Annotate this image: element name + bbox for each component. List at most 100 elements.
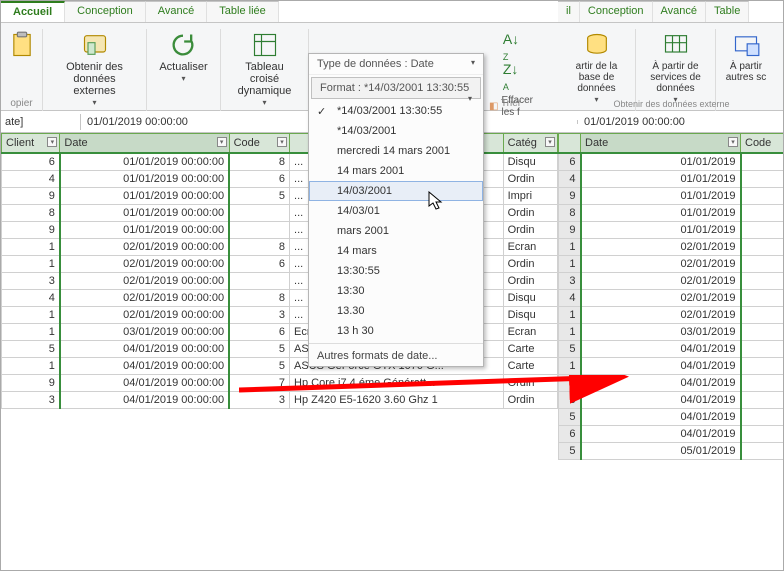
cell[interactable]: 04/01/2019 00:00:00 — [60, 358, 229, 375]
from-other-button[interactable]: À partir autres sc — [720, 29, 772, 85]
cell[interactable]: Ordin — [503, 375, 557, 392]
cell[interactable] — [741, 153, 784, 171]
table-row[interactable]: 904/01/2019 00:00:007Hp Core i7 4 éme Gé… — [2, 375, 558, 392]
filter-icon[interactable]: ▾ — [277, 137, 287, 147]
cell[interactable]: 6 — [229, 256, 289, 273]
formula-value-right[interactable]: 01/01/2019 00:00:00 — [578, 114, 784, 130]
table-row[interactable]: 304/01/2019 00:00:003Hp Z420 E5-1620 3.6… — [2, 392, 558, 409]
cell[interactable]: 02/01/2019 00:00:00 — [60, 307, 229, 324]
cell[interactable]: 1 — [559, 239, 581, 256]
column-header[interactable]: Code — [741, 134, 784, 154]
cell[interactable]: 01/01/2019 00:00:00 — [60, 153, 229, 171]
cell[interactable]: 5 — [2, 341, 60, 358]
cell[interactable]: 02/01/2019 — [581, 307, 741, 324]
cell[interactable] — [741, 409, 784, 426]
cell[interactable] — [741, 426, 784, 443]
table-row[interactable]: 302/01/2019 — [559, 273, 784, 290]
column-header[interactable] — [559, 134, 581, 154]
cell[interactable]: 5 — [559, 341, 581, 358]
cell[interactable]: 02/01/2019 — [581, 239, 741, 256]
format-option[interactable]: ✓*14/03/2001 13:30:55 — [309, 101, 483, 121]
table-row[interactable]: 102/01/2019 — [559, 256, 784, 273]
format-option[interactable]: 14/03/2001 — [309, 181, 483, 201]
cell[interactable]: Ordin — [503, 392, 557, 409]
cell[interactable]: Disqu — [503, 153, 557, 171]
cell[interactable]: 1 — [559, 358, 581, 375]
cell[interactable]: 3 — [2, 273, 60, 290]
cell[interactable]: 9 — [559, 375, 581, 392]
cell[interactable]: 5 — [229, 188, 289, 205]
cell[interactable]: 3 — [559, 273, 581, 290]
cell[interactable]: 02/01/2019 00:00:00 — [60, 273, 229, 290]
cell[interactable]: 3 — [2, 392, 60, 409]
cell[interactable]: 1 — [559, 256, 581, 273]
cell[interactable]: Disqu — [503, 290, 557, 307]
cell[interactable]: 04/01/2019 00:00:00 — [60, 392, 229, 409]
sort-az-button[interactable]: A↓Z — [503, 31, 519, 63]
cell[interactable]: 6 — [229, 171, 289, 188]
format-option[interactable]: 13:30 — [309, 281, 483, 301]
cell[interactable]: Hp Z420 E5-1620 3.60 Ghz 1 — [290, 392, 504, 409]
cell[interactable]: 6 — [2, 153, 60, 171]
cell[interactable]: 4 — [559, 171, 581, 188]
cell[interactable]: 04/01/2019 — [581, 426, 741, 443]
cell[interactable]: 05/01/2019 — [581, 443, 741, 460]
cell[interactable]: 9 — [2, 222, 60, 239]
cell[interactable]: 01/01/2019 — [581, 188, 741, 205]
cell[interactable]: 5 — [559, 443, 581, 460]
cell[interactable]: 04/01/2019 — [581, 392, 741, 409]
cell[interactable]: 04/01/2019 — [581, 341, 741, 358]
cell[interactable]: 8 — [229, 239, 289, 256]
cell[interactable]: Ordin — [503, 256, 557, 273]
table-row[interactable]: 601/01/2019 — [559, 153, 784, 171]
table-row[interactable]: 904/01/2019 — [559, 375, 784, 392]
cell[interactable]: 01/01/2019 00:00:00 — [60, 222, 229, 239]
cell[interactable]: 5 — [559, 409, 581, 426]
cell[interactable] — [741, 324, 784, 341]
cell[interactable]: 01/01/2019 — [581, 222, 741, 239]
cell[interactable]: 03/01/2019 — [581, 324, 741, 341]
table-row[interactable]: 504/01/2019 — [559, 409, 784, 426]
cell[interactable]: 01/01/2019 00:00:00 — [60, 205, 229, 222]
format-option[interactable]: 14/03/01 — [309, 201, 483, 221]
table-row[interactable]: 102/01/2019 — [559, 239, 784, 256]
cell[interactable]: 9 — [559, 188, 581, 205]
sort-za-button[interactable]: Z↓A — [503, 61, 519, 93]
cell[interactable]: 04/01/2019 — [581, 409, 741, 426]
cell[interactable] — [741, 273, 784, 290]
cell[interactable]: 8 — [559, 205, 581, 222]
cell[interactable]: 4 — [559, 290, 581, 307]
format-option[interactable]: 13 h 30 — [309, 321, 483, 341]
table-row[interactable]: 801/01/2019 — [559, 205, 784, 222]
grid-right[interactable]: Date▾Code 601/01/2019401/01/2019901/01/2… — [558, 133, 784, 460]
cell[interactable]: 02/01/2019 — [581, 256, 741, 273]
name-box[interactable]: ate] — [1, 114, 81, 130]
filter-icon[interactable]: ▾ — [728, 137, 738, 147]
cell[interactable]: 03/01/2019 00:00:00 — [60, 324, 229, 341]
cell[interactable]: 04/01/2019 00:00:00 — [60, 341, 229, 358]
cell[interactable]: 1 — [2, 358, 60, 375]
cell[interactable]: 02/01/2019 00:00:00 — [60, 239, 229, 256]
from-services-button[interactable]: À partir de services de données▾ — [640, 29, 711, 107]
cell[interactable]: 02/01/2019 00:00:00 — [60, 256, 229, 273]
cell[interactable]: 1 — [2, 239, 60, 256]
cell[interactable]: 1 — [559, 307, 581, 324]
cell[interactable]: Carte — [503, 341, 557, 358]
column-header[interactable]: Client▾ — [2, 134, 60, 154]
cell[interactable]: Ordin — [503, 171, 557, 188]
tab-table-liee[interactable]: Table liée — [207, 1, 278, 22]
cell[interactable]: Ordin — [503, 222, 557, 239]
cell[interactable]: 4 — [2, 171, 60, 188]
filter-icon[interactable]: ▾ — [545, 137, 555, 147]
pivot-table-button[interactable]: Tableau croisé dynamique▾ — [229, 29, 300, 110]
format-option[interactable]: *14/03/2001 — [309, 121, 483, 141]
cell[interactable] — [229, 222, 289, 239]
tab-avance-r[interactable]: Avancé — [653, 1, 707, 22]
table-row[interactable]: 304/01/2019 — [559, 392, 784, 409]
cell[interactable]: Hp Core i7 4 éme Génératt... — [290, 375, 504, 392]
cell[interactable]: 8 — [2, 205, 60, 222]
cell[interactable]: 01/01/2019 00:00:00 — [60, 171, 229, 188]
cell[interactable] — [741, 392, 784, 409]
cell[interactable]: 8 — [229, 290, 289, 307]
cell[interactable] — [229, 205, 289, 222]
